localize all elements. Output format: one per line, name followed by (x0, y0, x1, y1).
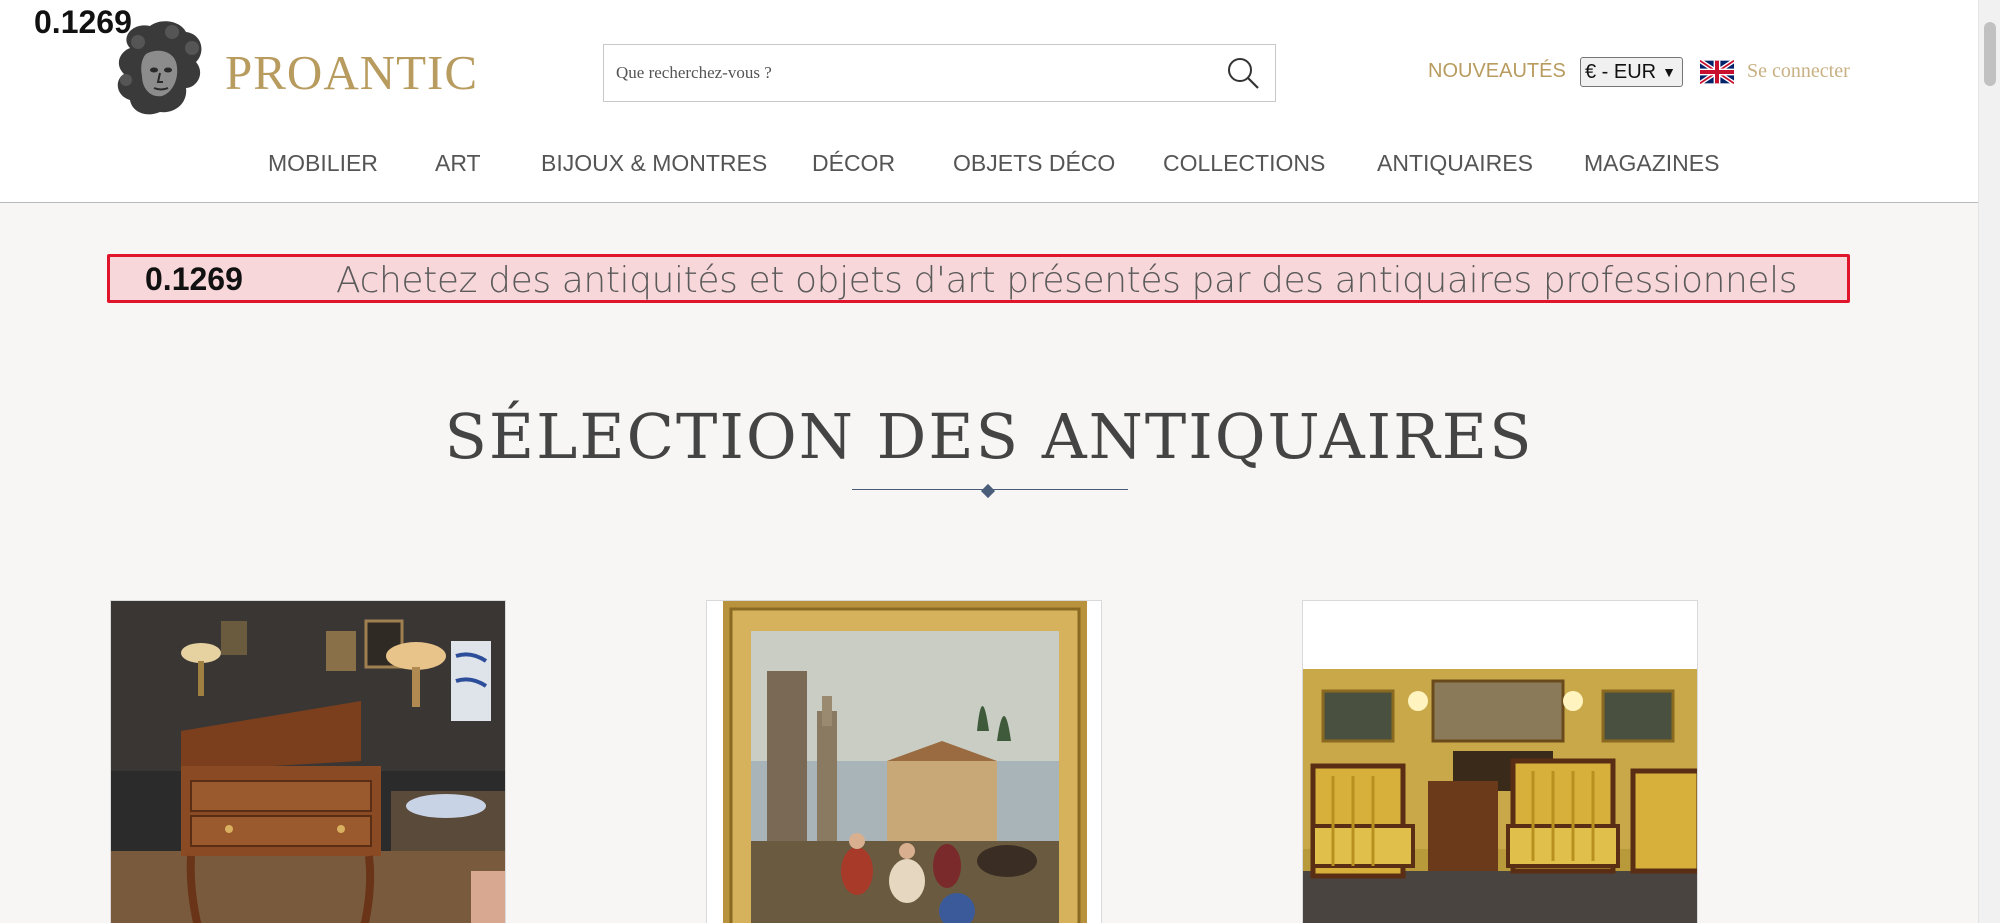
nav-item-antiquaires[interactable]: ANTIQUAIRES (1377, 150, 1533, 177)
overlay-score: 0.1269 (34, 4, 132, 40)
dealer-card[interactable] (110, 600, 506, 923)
banner-text: Achetez des antiquités et objets d'art p… (336, 260, 1798, 301)
page-scrollbar[interactable] (1978, 0, 2000, 923)
currency-value: € - EUR (1585, 61, 1657, 83)
section-title: SÉLECTION DES ANTIQUAIRES (444, 400, 1534, 473)
promo-banner: 0.1269 Achetez des antiquités et objets … (107, 254, 1850, 303)
main-nav: MOBILIER ART BIJOUX & MONTRES DÉCOR OBJE… (0, 150, 1978, 180)
logo-text[interactable]: PROANTIC (225, 44, 478, 101)
search-box (603, 44, 1276, 102)
scrollbar-thumb[interactable] (1984, 22, 1996, 86)
nouveautes-link[interactable]: NOUVEAUTÉS (1428, 60, 1566, 83)
yellow-armchairs-salon-image (1303, 601, 1697, 923)
site-header: 0.1269 PROANTIC NOUVEAUTÉS € - EUR ▼ (0, 0, 1978, 203)
login-link[interactable]: Se connecter (1747, 60, 1850, 83)
search-icon[interactable] (1225, 55, 1261, 91)
banner-score: 0.1269 (145, 261, 243, 297)
currency-select[interactable]: € - EUR ▼ (1580, 57, 1683, 87)
dealer-card[interactable] (1302, 600, 1698, 923)
nav-item-mobilier[interactable]: MOBILIER (268, 150, 378, 177)
nav-item-magazines[interactable]: MAGAZINES (1584, 150, 1719, 177)
antique-writing-desk-image (111, 601, 505, 923)
uk-flag-icon[interactable] (1698, 58, 1736, 86)
nav-item-art[interactable]: ART (435, 150, 481, 177)
nav-item-collections[interactable]: COLLECTIONS (1163, 150, 1325, 177)
nav-item-objets-deco[interactable]: OBJETS DÉCO (953, 150, 1115, 177)
framed-painting-image (707, 601, 1101, 923)
nav-item-bijoux-montres[interactable]: BIJOUX & MONTRES (541, 150, 767, 177)
search-input[interactable] (616, 57, 1196, 89)
nav-item-decor[interactable]: DÉCOR (812, 150, 895, 177)
title-divider-ornament (980, 483, 996, 499)
chevron-down-icon: ▼ (1662, 64, 1676, 80)
dealer-card[interactable] (706, 600, 1102, 923)
